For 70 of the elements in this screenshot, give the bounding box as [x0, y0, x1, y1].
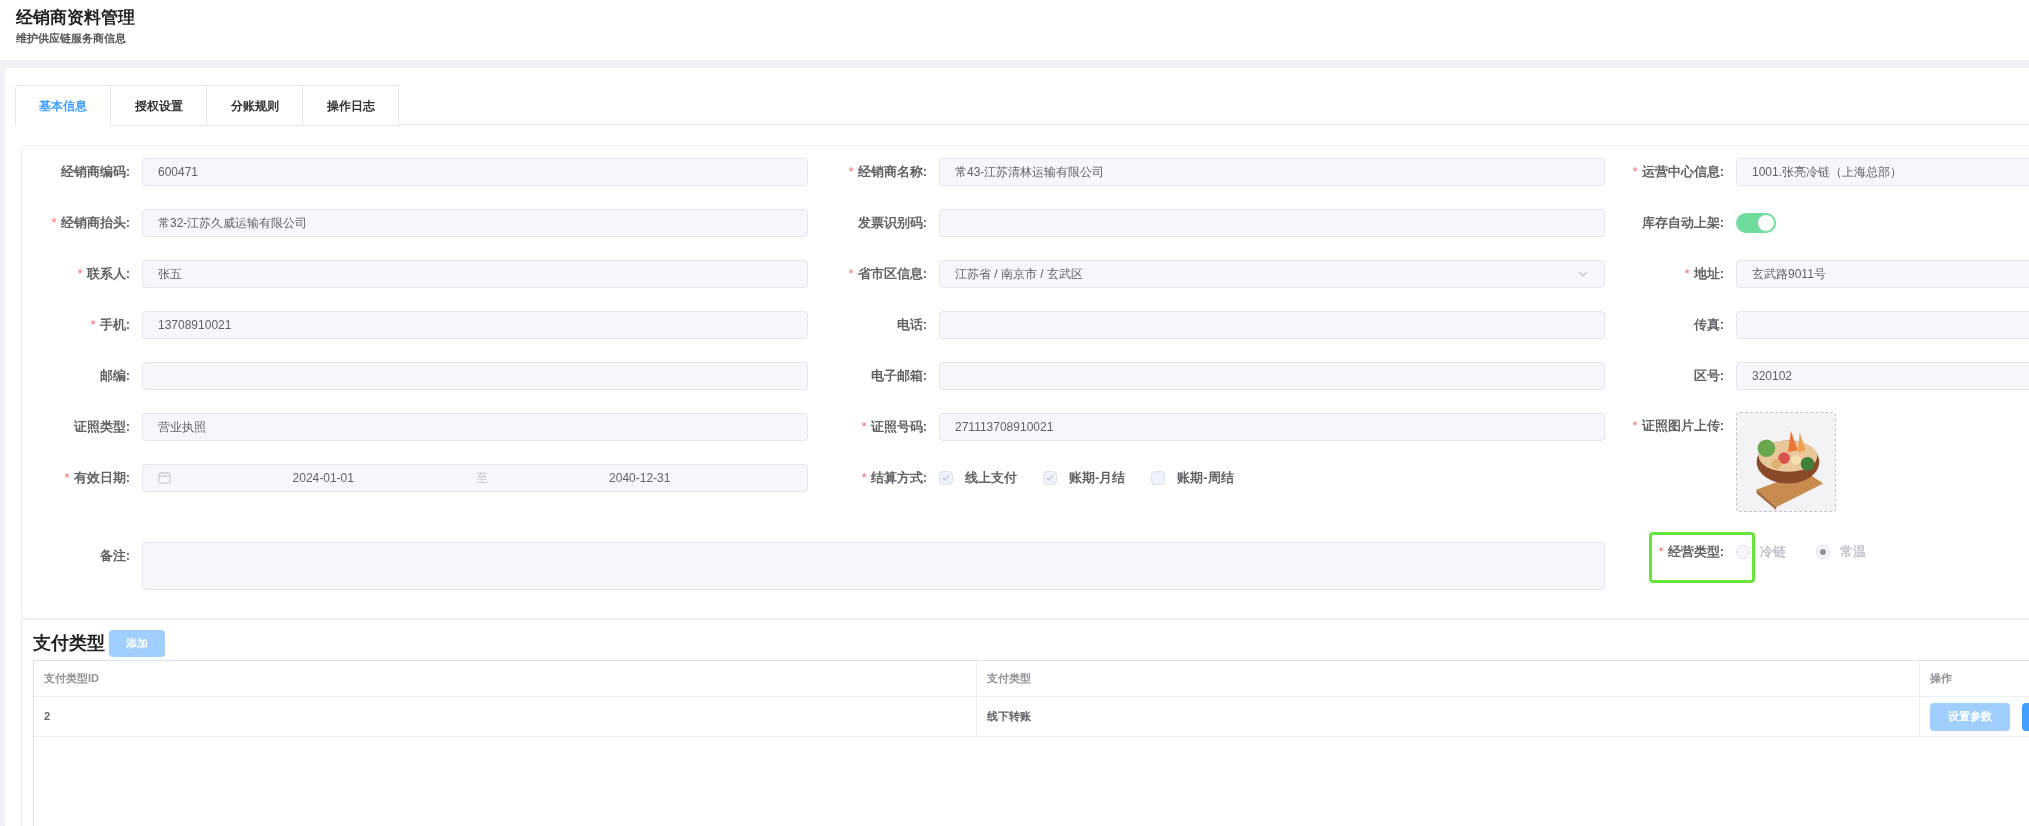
input-field[interactable]: 常32-江苏久威运输有限公司 — [142, 208, 808, 237]
required-asterisk: * — [1684, 264, 1690, 283]
required-asterisk: * — [1632, 162, 1638, 181]
field-label: 库存自动上架: — [1641, 213, 1724, 232]
calendar-icon — [158, 471, 171, 484]
input-field[interactable] — [142, 361, 808, 390]
required-asterisk: * — [77, 264, 83, 283]
tab[interactable]: 操作日志 — [303, 85, 399, 126]
field-label: 发票识别码: — [857, 213, 927, 232]
field-label: 电话: — [896, 315, 927, 334]
tab[interactable]: 分账规则 — [207, 85, 303, 126]
input-field[interactable]: 玄武路9011号 — [1736, 259, 2029, 288]
checkbox-label: 线上支付 — [965, 468, 1017, 487]
toggle-switch[interactable] — [1736, 212, 1776, 233]
field-label: 传真: — [1693, 315, 1724, 334]
check-icon — [1045, 472, 1055, 483]
input-field[interactable]: 张五 — [142, 259, 808, 288]
field-label: 运营中心信息: — [1641, 162, 1724, 181]
required-asterisk: * — [861, 417, 867, 436]
required-asterisk: * — [848, 264, 854, 283]
select-field[interactable]: 江苏省 / 南京市 / 玄武区 — [939, 259, 1605, 288]
required-asterisk: * — [861, 468, 867, 487]
field-label: 经销商抬头: — [60, 213, 130, 232]
field-label: 手机: — [99, 315, 130, 334]
table-cell: 线下转账 — [977, 697, 1920, 736]
field-label: 结算方式: — [870, 468, 927, 487]
tab[interactable]: 授权设置 — [111, 85, 207, 126]
field-label: 电子邮箱: — [870, 366, 927, 385]
field-label: 地址: — [1693, 264, 1724, 283]
field-label: 有效日期: — [73, 468, 130, 487]
field-label: 备注: — [99, 547, 130, 566]
input-field[interactable]: 营业执照 — [142, 412, 808, 441]
column-header: 操作 — [1920, 661, 2029, 696]
field-label: 经销商名称: — [857, 162, 927, 181]
field-label: 联系人: — [86, 264, 130, 283]
radio-label: 常温 — [1840, 543, 1866, 562]
field-label: 经销商编码: — [60, 162, 130, 181]
required-asterisk: * — [51, 213, 57, 232]
field-label: 证照类型: — [73, 417, 130, 436]
required-asterisk: * — [1658, 543, 1664, 562]
checkbox-label: 账期-周结 — [1177, 468, 1234, 487]
input-field[interactable] — [939, 361, 1605, 390]
column-header: 支付类型 — [977, 661, 1920, 696]
field-label: 邮编: — [99, 366, 130, 385]
column-header: 支付类型ID — [34, 661, 977, 696]
input-field[interactable] — [939, 310, 1605, 339]
check-icon — [941, 472, 951, 483]
checkbox-label: 账期-月结 — [1069, 468, 1126, 487]
field-label: 经营类型: — [1667, 543, 1724, 562]
field-label: 区号: — [1693, 366, 1724, 385]
field-label: 证照图片上传: — [1641, 417, 1724, 436]
input-field[interactable]: 600471 — [142, 157, 808, 186]
table-cell: 2 — [34, 697, 977, 736]
required-asterisk: * — [1632, 417, 1638, 436]
input-field[interactable]: 271113708910021 — [939, 412, 1605, 441]
required-asterisk: * — [848, 162, 854, 181]
input-field[interactable]: 13708910021 — [142, 310, 808, 339]
radio-label: 冷链 — [1760, 543, 1786, 562]
section-title: 支付类型 — [33, 632, 105, 655]
field-label: 证照号码: — [870, 417, 927, 436]
remark-field[interactable] — [142, 542, 1605, 590]
field-label: 省市区信息: — [857, 264, 927, 283]
input-field[interactable]: 1001.张亮冷链（上海总部） — [1736, 157, 2029, 186]
page-title: 经销商资料管理 — [16, 7, 136, 29]
input-field[interactable] — [939, 208, 1605, 237]
page-subtitle: 维护供应链服务商信息 — [16, 31, 127, 46]
input-field[interactable]: 320102 — [1736, 361, 2029, 390]
input-field[interactable]: 常43-江苏清林运输有限公司 — [939, 157, 1605, 186]
required-asterisk: * — [90, 315, 96, 334]
required-asterisk: * — [64, 468, 70, 487]
